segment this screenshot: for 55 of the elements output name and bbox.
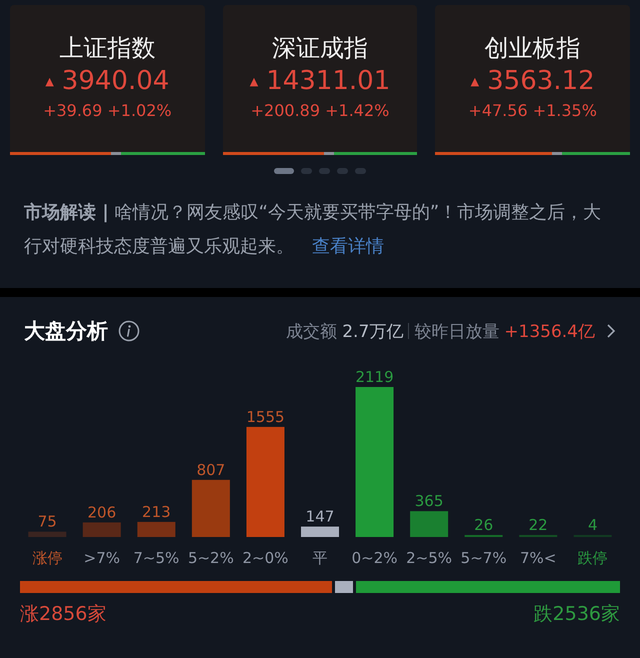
index-change: +200.89 +1.42% bbox=[250, 100, 390, 122]
bar-value-label: 147 bbox=[306, 508, 334, 526]
bar-value-label: 22 bbox=[528, 516, 548, 534]
category-label: 2~0% bbox=[242, 549, 288, 567]
index-name: 创业板指 bbox=[484, 33, 581, 63]
bar-value-label: 1555 bbox=[246, 408, 285, 426]
category-label: >7% bbox=[84, 549, 120, 567]
chart-bar bbox=[410, 511, 448, 537]
index-name: 上证指数 bbox=[59, 33, 156, 63]
chart-bar bbox=[82, 522, 121, 537]
index-change: +39.69 +1.02% bbox=[43, 100, 172, 122]
bar-value-label: 75 bbox=[38, 512, 57, 531]
index-value: 14311.01 bbox=[266, 65, 390, 97]
index-change: +47.56 +1.35% bbox=[468, 100, 597, 122]
up-arrow-icon: ▲ bbox=[250, 74, 258, 88]
bar-value-label: 213 bbox=[142, 502, 171, 521]
index-value: 3563.12 bbox=[487, 65, 595, 97]
compare-value: +1356.4亿 bbox=[504, 320, 595, 342]
category-label: 7%< bbox=[520, 549, 556, 567]
chevron-right-icon[interactable] bbox=[606, 323, 616, 339]
category-label: 5~7% bbox=[460, 549, 507, 567]
category-label: 跌停 bbox=[578, 549, 608, 567]
index-value: 3940.04 bbox=[62, 65, 170, 97]
compare-label: 较昨日放量 bbox=[414, 320, 500, 342]
index-name: 深证成指 bbox=[272, 33, 368, 63]
bar-value-label: 206 bbox=[88, 503, 116, 522]
chart-bar bbox=[137, 522, 176, 537]
category-label: 平 bbox=[312, 549, 328, 567]
turnover-value: 2.7万亿 bbox=[342, 320, 404, 342]
chart-bar bbox=[192, 480, 230, 537]
info-icon[interactable] bbox=[118, 320, 140, 342]
section-title: 大盘分析 bbox=[24, 318, 108, 345]
up-arrow-icon: ▲ bbox=[45, 74, 54, 88]
category-label: 5~2% bbox=[188, 549, 234, 567]
up-arrow-icon: ▲ bbox=[470, 74, 480, 88]
bar-value-label: 807 bbox=[196, 460, 226, 479]
chart-bar bbox=[301, 526, 339, 537]
index-card[interactable]: 深证成指 ▲ 14311.01 +200.89 +1.42% bbox=[222, 5, 418, 155]
index-card[interactable]: 创业板指 ▲ 3563.12 +47.56 +1.35% bbox=[435, 5, 630, 155]
category-label: 0~2% bbox=[352, 549, 398, 567]
market-news-text: 市场解读 | 啥情况？网友感叹“今天就要买带字母的”！市场调整之后，大行对硬科技态度普遍又乐观起来。 查看详情 bbox=[23, 201, 602, 259]
view-details-link[interactable]: 查看详情 bbox=[312, 236, 384, 257]
turnover-label: 成交额 bbox=[286, 320, 338, 342]
category-label: 涨停 bbox=[32, 549, 62, 567]
flat-share-bar bbox=[332, 581, 356, 593]
chart-bar bbox=[28, 532, 66, 537]
falling-count: 跌2536家 bbox=[534, 602, 620, 627]
category-label: 2~5% bbox=[406, 549, 452, 567]
bar-value-label: 365 bbox=[414, 492, 444, 510]
bar-value-label: 26 bbox=[474, 516, 494, 534]
rising-count: 涨2856家 bbox=[20, 602, 106, 627]
bar-value-label: 4 bbox=[588, 516, 598, 534]
bar-value-label: 2119 bbox=[355, 368, 394, 386]
index-card[interactable]: 上证指数 ▲ 3940.04 +39.69 +1.02% bbox=[10, 5, 205, 155]
category-label: 7~5% bbox=[133, 549, 180, 567]
